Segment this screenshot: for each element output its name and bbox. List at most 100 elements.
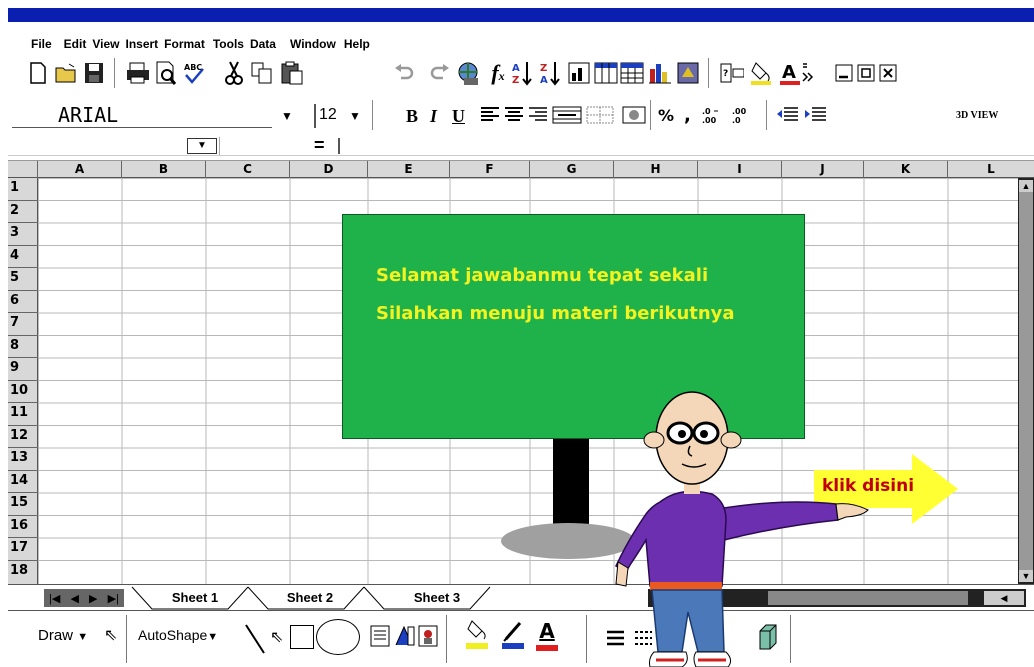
cut-icon[interactable]: [222, 60, 246, 86]
row-header[interactable]: 18: [8, 561, 38, 584]
autoshape-menu-button[interactable]: AutoShape▼: [138, 627, 218, 643]
font-name-box[interactable]: ARIAL: [12, 104, 272, 128]
column-header[interactable]: B: [122, 161, 206, 178]
column-header[interactable]: E: [368, 161, 450, 178]
form-field-icon[interactable]: ?: [720, 60, 744, 86]
name-box-dropdown-icon[interactable]: ▼: [187, 138, 217, 154]
office-assistant-icon[interactable]: [676, 60, 700, 86]
menu-help[interactable]: Help: [344, 37, 370, 51]
merge-center-icon[interactable]: [552, 102, 582, 128]
next-sheet-icon[interactable]: ▶: [89, 592, 97, 605]
name-box[interactable]: ▼: [8, 137, 220, 155]
sheet-tab-1[interactable]: Sheet 1: [152, 587, 238, 609]
italic-button[interactable]: I: [430, 104, 437, 128]
oval-tool-icon[interactable]: [316, 619, 360, 655]
copy-icon[interactable]: [250, 60, 274, 86]
font-name-dropdown-icon[interactable]: ▼: [278, 104, 296, 128]
vertical-scroll-thumb[interactable]: [1019, 192, 1033, 574]
menu-window[interactable]: Window: [290, 37, 336, 51]
arrow-tool-icon[interactable]: ⇖: [270, 627, 283, 646]
web-toolbar-icon[interactable]: [456, 60, 480, 86]
row-header[interactable]: 6: [8, 291, 38, 313]
clipart-tool-icon[interactable]: [418, 625, 438, 649]
sort-ascending-icon[interactable]: AZ: [510, 60, 534, 86]
font-color-icon[interactable]: A: [778, 60, 802, 86]
comma-style-button[interactable]: ,: [684, 104, 691, 128]
align-center-icon[interactable]: [502, 102, 526, 128]
decrease-decimal-icon[interactable]: .00.0: [730, 102, 760, 128]
menu-view[interactable]: View: [92, 37, 119, 51]
undo-icon[interactable]: [392, 60, 416, 86]
underline-button[interactable]: U: [452, 104, 465, 128]
close-window-icon[interactable]: [878, 60, 898, 86]
scroll-down-icon[interactable]: ▼: [1019, 570, 1033, 582]
currency-icon[interactable]: [622, 102, 646, 128]
menu-edit[interactable]: Edit: [64, 37, 87, 51]
bold-button[interactable]: B: [406, 104, 418, 128]
increase-indent-icon[interactable]: [804, 102, 828, 128]
font-size-dropdown-icon[interactable]: ▼: [346, 104, 364, 128]
row-header[interactable]: 5: [8, 268, 38, 291]
textbox-tool-icon[interactable]: [370, 625, 390, 649]
row-header[interactable]: 10: [8, 381, 38, 403]
restore-window-icon[interactable]: [856, 60, 876, 86]
prev-sheet-icon[interactable]: ◀: [70, 592, 78, 605]
line-tool-icon[interactable]: [244, 623, 268, 657]
decrease-indent-icon[interactable]: [776, 102, 800, 128]
function-icon[interactable]: fx: [488, 60, 508, 86]
column-header[interactable]: A: [38, 161, 122, 178]
first-sheet-icon[interactable]: |◀: [49, 592, 60, 605]
column-header[interactable]: G: [530, 161, 614, 178]
increase-decimal-icon[interactable]: .0.00: [700, 102, 730, 128]
sheet-tab-2[interactable]: Sheet 2: [270, 587, 350, 609]
row-header[interactable]: 11: [8, 403, 38, 426]
more-buttons-icon[interactable]: [800, 60, 816, 86]
font-color-tool-icon[interactable]: A: [536, 619, 558, 653]
row-header[interactable]: 4: [8, 246, 38, 268]
align-left-icon[interactable]: [478, 102, 502, 128]
row-header[interactable]: 1: [8, 178, 38, 201]
row-header[interactable]: 14: [8, 471, 38, 493]
spelling-icon[interactable]: ABC: [182, 60, 206, 86]
menu-insert[interactable]: Insert: [125, 37, 158, 51]
row-header[interactable]: 12: [8, 426, 38, 448]
scroll-up-icon[interactable]: ▲: [1019, 180, 1033, 192]
column-header[interactable]: D: [290, 161, 368, 178]
align-right-icon[interactable]: [526, 102, 550, 128]
open-folder-icon[interactable]: [54, 60, 78, 86]
minimize-window-icon[interactable]: [834, 60, 854, 86]
row-header[interactable]: 8: [8, 336, 38, 358]
drawing-grid-icon[interactable]: [620, 60, 644, 86]
print-preview-icon[interactable]: [154, 60, 178, 86]
row-header[interactable]: 2: [8, 201, 38, 223]
rectangle-tool-icon[interactable]: [290, 625, 314, 649]
menu-data[interactable]: Data: [250, 37, 276, 51]
draw-menu-button[interactable]: Draw ▼: [38, 627, 88, 644]
new-document-icon[interactable]: [26, 60, 50, 86]
menu-tools[interactable]: Tools: [213, 37, 244, 51]
column-header[interactable]: L: [948, 161, 1034, 178]
print-icon[interactable]: [126, 60, 150, 86]
row-header[interactable]: 9: [8, 358, 38, 381]
sort-descending-icon[interactable]: ZA: [538, 60, 562, 86]
vertical-scrollbar[interactable]: ▲ ▼: [1018, 178, 1034, 584]
borders-icon[interactable]: [586, 102, 616, 128]
save-icon[interactable]: [82, 60, 106, 86]
percent-style-button[interactable]: %: [658, 104, 674, 128]
row-header[interactable]: 17: [8, 538, 38, 561]
formula-input-caret[interactable]: [338, 138, 340, 154]
column-header[interactable]: F: [450, 161, 530, 178]
column-header[interactable]: H: [614, 161, 698, 178]
row-header[interactable]: 15: [8, 493, 38, 516]
sheet-tab-3[interactable]: Sheet 3: [392, 587, 482, 609]
column-header[interactable]: C: [206, 161, 290, 178]
select-all-corner[interactable]: [8, 161, 38, 178]
paste-icon[interactable]: [280, 60, 304, 86]
fill-color-tool-icon[interactable]: [466, 619, 490, 653]
formula-equals-button[interactable]: =: [314, 135, 325, 156]
wordart-tool-icon[interactable]: [394, 625, 416, 649]
menu-file[interactable]: File: [31, 37, 52, 51]
row-header[interactable]: 3: [8, 223, 38, 246]
scroll-right-icon[interactable]: ◀: [984, 591, 1024, 605]
chart-wizard-icon[interactable]: [568, 60, 592, 86]
